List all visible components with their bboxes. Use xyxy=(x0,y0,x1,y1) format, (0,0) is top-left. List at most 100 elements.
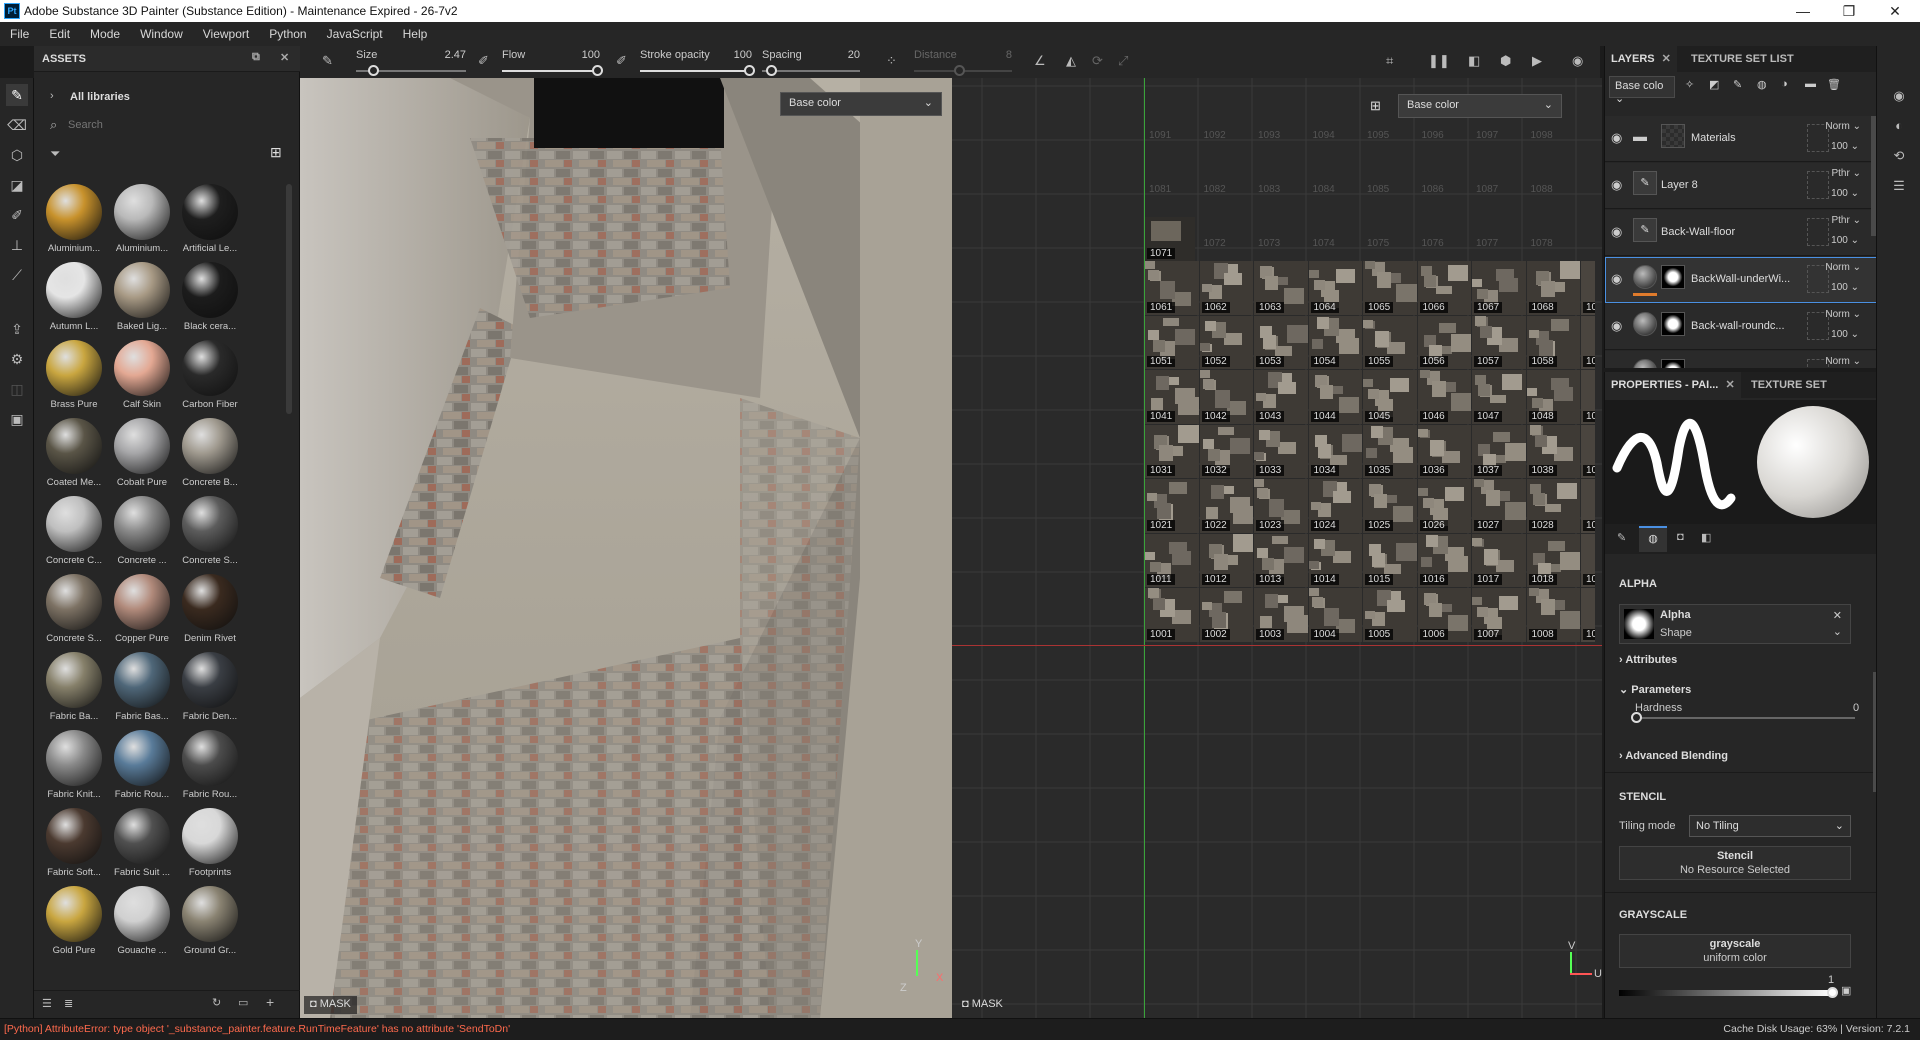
visibility-eye-icon[interactable]: ◉ xyxy=(1611,318,1622,334)
delete-icon[interactable]: 🗑 xyxy=(1827,78,1841,91)
udim-tile[interactable]: 1013 xyxy=(1254,533,1308,587)
blend-mode-select[interactable]: Pthr ⌄ xyxy=(1831,215,1861,226)
udim-tile[interactable]: 1061 xyxy=(1145,261,1199,315)
menu-file[interactable]: File xyxy=(0,22,39,46)
udim-tile[interactable]: 1044 xyxy=(1308,370,1362,424)
udim-tile[interactable]: 1031 xyxy=(1145,424,1199,478)
video-camera-icon[interactable]: ▶ xyxy=(1532,53,1542,69)
udim-tile[interactable]: 1015 xyxy=(1363,533,1417,587)
udim-tile[interactable]: 1067 xyxy=(1472,261,1526,315)
color-picker-icon[interactable]: ▣ xyxy=(1841,984,1851,997)
layer-row[interactable]: ◉ ✎ Back-Wall-floor Pthr ⌄ 100 ⌄ xyxy=(1605,210,1877,256)
layer-row[interactable]: ◉ Back-wall-roundc... Norm ⌄ 100 ⌄ xyxy=(1605,304,1877,350)
grayscale-resource[interactable]: grayscale uniform color xyxy=(1619,934,1851,968)
paint-layer-icon[interactable]: ✎ xyxy=(1733,78,1742,91)
mask-thumbnail[interactable] xyxy=(1661,312,1685,336)
menu-python[interactable]: Python xyxy=(259,22,316,46)
undock-icon[interactable]: ⧉ xyxy=(252,51,260,64)
udim-tile[interactable]: 1024 xyxy=(1308,479,1362,533)
paint-brush-icon[interactable]: ✎ xyxy=(6,84,28,106)
asset-item[interactable]: Black cera... xyxy=(176,262,244,332)
udim-tile[interactable]: 1002 xyxy=(1199,588,1253,642)
udim-tile[interactable]: 1036 xyxy=(1417,424,1471,478)
udim-tile[interactable]: 1071 xyxy=(1145,217,1195,261)
brush-settings-icon[interactable]: ✎ xyxy=(322,53,333,69)
asset-item[interactable]: Gold Pure xyxy=(40,886,108,956)
opacity-field[interactable]: 100 ⌄ xyxy=(1831,235,1859,246)
asset-item[interactable]: Fabric Soft... xyxy=(40,808,108,878)
lazy-mouse-icon[interactable]: ⁘ xyxy=(886,53,897,69)
udim-tile[interactable]: 1018 xyxy=(1526,533,1580,587)
attributes-toggle[interactable]: › Attributes xyxy=(1619,654,1677,666)
asset-item[interactable]: Concrete S... xyxy=(176,496,244,566)
menu-help[interactable]: Help xyxy=(393,22,438,46)
udim-tile[interactable]: 1008 xyxy=(1526,588,1580,642)
udim-tile[interactable]: 1012 xyxy=(1199,533,1253,587)
filter-icon[interactable]: ⏷ xyxy=(50,146,60,162)
udim-tile[interactable]: 1004 xyxy=(1308,588,1362,642)
asset-item[interactable]: Denim Rivet xyxy=(176,574,244,644)
udim-tile[interactable]: 1037 xyxy=(1472,424,1526,478)
udim-tile[interactable]: 1046 xyxy=(1417,370,1471,424)
asset-item[interactable]: Gouache ... xyxy=(108,886,176,956)
udim-tile[interactable]: 1051 xyxy=(1145,315,1199,369)
view-mode-icon[interactable]: ◧ xyxy=(1468,53,1480,69)
minimize-button[interactable]: — xyxy=(1780,0,1826,22)
udim-tile[interactable]: 1043 xyxy=(1254,370,1308,424)
history-icon[interactable]: ⟲ xyxy=(1891,148,1907,164)
tab-layers[interactable]: LAYERS ✕ xyxy=(1605,46,1677,72)
list-view-icon[interactable]: ☰ xyxy=(42,997,52,1010)
udim-tile[interactable]: 1064 xyxy=(1308,261,1362,315)
asset-item[interactable]: Ground Gr... xyxy=(176,886,244,956)
angle-icon[interactable]: ∠ xyxy=(1034,53,1046,69)
export-icon[interactable]: ⇪ xyxy=(6,318,28,340)
layer-row[interactable]: ◉ Left-wall-walls Norm ⌄ xyxy=(1605,351,1877,368)
cube-icon[interactable]: ⬢ xyxy=(1500,53,1511,69)
udim-tile[interactable]: 1028 xyxy=(1526,479,1580,533)
eraser-icon[interactable]: ⌫ xyxy=(6,114,28,136)
transform-icon[interactable]: ⤢ xyxy=(1118,53,1128,69)
screenshot-icon[interactable]: ▣ xyxy=(6,408,28,430)
udim-tile[interactable]: 1055 xyxy=(1363,315,1417,369)
grayscale-slider[interactable] xyxy=(1619,990,1833,996)
asset-item[interactable]: Concrete S... xyxy=(40,574,108,644)
stencil-tab-icon[interactable]: ◧ xyxy=(1701,531,1711,544)
viewport-3d[interactable]: Base color ⌄ Y Z X ◘ MASK xyxy=(300,78,952,1018)
log-icon[interactable]: ☰ xyxy=(1891,178,1907,194)
asset-item[interactable]: Carbon Fiber xyxy=(176,340,244,410)
layer-row[interactable]: ◉ BackWall-underWi... Norm ⌄ 100 ⌄ xyxy=(1605,257,1877,303)
asset-item[interactable]: Aluminium... xyxy=(108,184,176,254)
udim-tile[interactable]: 1052 xyxy=(1199,315,1253,369)
asset-item[interactable]: Aluminium... xyxy=(40,184,108,254)
uv-layout-icon[interactable]: ⊞ xyxy=(1370,98,1381,114)
tab-texture-set-list[interactable]: TEXTURE SET LIST xyxy=(1685,46,1800,72)
camera-icon[interactable]: ◉ xyxy=(1891,88,1907,104)
grid-view-icon[interactable]: ⊞ xyxy=(270,144,282,161)
udim-tile[interactable]: 1021 xyxy=(1145,479,1199,533)
asset-item[interactable]: Brass Pure xyxy=(40,340,108,410)
library-selector[interactable]: All libraries xyxy=(70,91,130,103)
udim-tile[interactable]: 1016 xyxy=(1417,533,1471,587)
channel-select-3d[interactable]: Base color ⌄ xyxy=(780,92,942,116)
brush-tab-icon[interactable]: ✎ xyxy=(1617,531,1626,544)
remove-alpha-icon[interactable]: ✕ xyxy=(1833,609,1842,622)
udim-tile[interactable]: 1041 xyxy=(1145,370,1199,424)
mask-toggle-2d[interactable]: ◘ MASK xyxy=(956,996,1009,1014)
udim-tile[interactable]: 1023 xyxy=(1254,479,1308,533)
close-button[interactable]: ✕ xyxy=(1872,0,1918,22)
asset-item[interactable]: Concrete B... xyxy=(176,418,244,488)
projection-icon[interactable]: ⬡ xyxy=(6,144,28,166)
layer-row[interactable]: ◉ ✎ Layer 8 Pthr ⌄ 100 ⌄ xyxy=(1605,163,1877,209)
mask-thumbnail[interactable] xyxy=(1661,265,1685,289)
menu-edit[interactable]: Edit xyxy=(39,22,80,46)
opacity-field[interactable]: 100 ⌄ xyxy=(1831,329,1859,340)
smudge-icon[interactable]: ✐ xyxy=(6,204,28,226)
layer-name[interactable]: Left-wall-walls xyxy=(1691,367,1803,368)
asset-item[interactable]: Coated Me... xyxy=(40,418,108,488)
folder-icon[interactable]: ▭ xyxy=(238,996,248,1009)
effects-icon[interactable]: ✧ xyxy=(1685,78,1694,91)
symmetry-settings-icon[interactable]: ⟳ xyxy=(1092,53,1103,69)
udim-tile[interactable]: 1065 xyxy=(1363,261,1417,315)
screenshot-camera-icon[interactable]: ◉ xyxy=(1572,53,1583,69)
asset-item[interactable]: Fabric Rou... xyxy=(108,730,176,800)
